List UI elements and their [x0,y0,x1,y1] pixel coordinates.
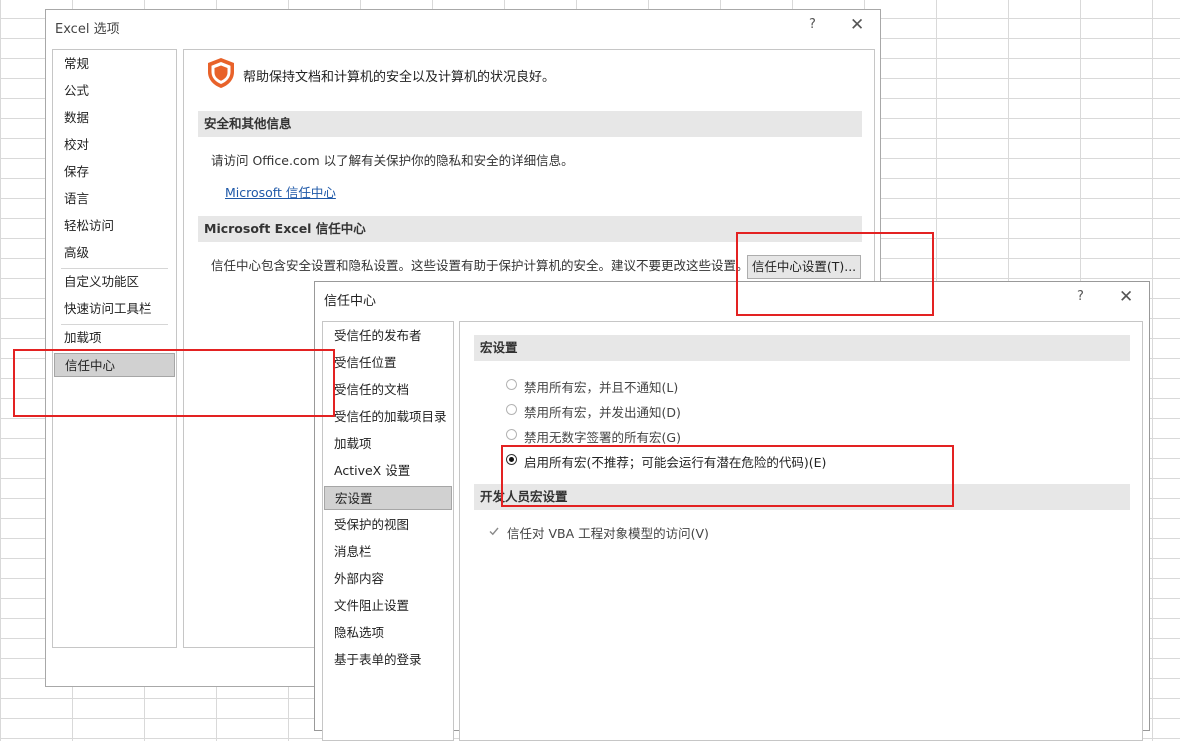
sidebar-item-activex-settings[interactable]: ActiveX 设置 [324,459,452,483]
option-disable-unsigned[interactable]: 禁用无数字签署的所有宏(G) [524,427,681,446]
sidebar-item-save[interactable]: 保存 [54,160,175,184]
sidebar-item-customize-ribbon[interactable]: 自定义功能区 [54,270,175,294]
sidebar-item-accessibility[interactable]: 轻松访问 [54,214,175,238]
highlight-trust-center-settings-button [736,232,934,316]
sidebar-item-file-block-settings[interactable]: 文件阻止设置 [324,594,452,618]
radio-disable-all-no-notify[interactable] [506,379,517,390]
sidebar-item-proofing[interactable]: 校对 [54,133,175,157]
sidebar-item-addins[interactable]: 加载项 [54,326,175,350]
shield-icon [206,57,236,89]
header-text: 帮助保持文档和计算机的安全以及计算机的状况良好。 [243,70,556,85]
sidebar-item-macro-settings[interactable]: 宏设置 [324,486,452,510]
sidebar-divider [61,268,168,269]
trust-center-title: 信任中心 [324,294,377,309]
sidebar-item-external-content[interactable]: 外部内容 [324,567,452,591]
trust-center-close-button[interactable]: ✕ [1119,287,1133,307]
trust-center-main-panel: 宏设置 禁用所有宏，并且不通知(L) 禁用所有宏，并发出通知(D) 禁用无数字签… [459,321,1143,741]
sidebar-item-message-bar[interactable]: 消息栏 [324,540,452,564]
option-disable-all-with-notify[interactable]: 禁用所有宏，并发出通知(D) [524,402,681,421]
highlight-trust-center-sidebar [13,349,335,417]
excel-options-title: Excel 选项 [55,22,120,37]
trust-center-sidebar: 受信任的发布者 受信任位置 受信任的文档 受信任的加载项目录 加载项 Activ… [322,321,454,741]
sidebar-item-general[interactable]: 常规 [54,52,175,76]
excel-options-close-button[interactable]: ✕ [850,15,864,35]
microsoft-trust-center-link[interactable]: Microsoft 信任中心 [225,182,336,201]
sidebar-item-language[interactable]: 语言 [54,187,175,211]
option-disable-all-no-notify[interactable]: 禁用所有宏，并且不通知(L) [524,377,678,396]
radio-disable-all-with-notify[interactable] [506,404,517,415]
section-security-info: 安全和其他信息 [198,111,862,137]
trust-center-description: 信任中心包含安全设置和隐私设置。这些设置有助于保护计算机的安全。建议不要更改这些… [211,258,749,273]
trust-center-help-button[interactable]: ? [1077,289,1084,304]
sidebar-divider [61,324,168,325]
sidebar-item-addins[interactable]: 加载项 [324,432,452,456]
sidebar-item-trusted-publishers[interactable]: 受信任的发布者 [324,324,452,348]
sidebar-item-trusted-documents[interactable]: 受信任的文档 [324,378,452,402]
highlight-enable-all-macros [501,445,954,507]
sidebar-item-formulas[interactable]: 公式 [54,79,175,103]
sidebar-item-trusted-locations[interactable]: 受信任位置 [324,351,452,375]
sidebar-item-protected-view[interactable]: 受保护的视图 [324,513,452,537]
sidebar-item-form-based-signin[interactable]: 基于表单的登录 [324,648,452,672]
option-trust-vba-access[interactable]: 信任对 VBA 工程对象模型的访问(V) [507,523,709,542]
sidebar-item-trusted-addin-catalogs[interactable]: 受信任的加载项目录 [324,405,452,429]
section-macro-settings: 宏设置 [474,335,1130,361]
sidebar-item-data[interactable]: 数据 [54,106,175,130]
radio-disable-unsigned[interactable] [506,429,517,440]
security-info-description: 请访问 Office.com 以了解有关保护你的隐私和安全的详细信息。 [211,153,574,168]
sidebar-item-quick-access-toolbar[interactable]: 快速访问工具栏 [54,297,175,321]
checkmark-icon[interactable] [488,525,500,537]
sidebar-item-advanced[interactable]: 高级 [54,241,175,265]
sidebar-item-privacy-options[interactable]: 隐私选项 [324,621,452,645]
excel-options-help-button[interactable]: ? [809,17,816,32]
